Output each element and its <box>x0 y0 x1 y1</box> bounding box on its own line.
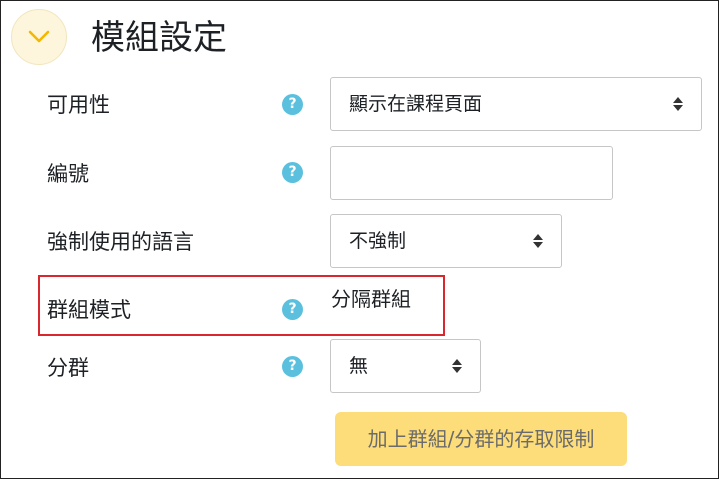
availability-help-icon[interactable]: ? <box>282 94 303 115</box>
idnumber-help-icon[interactable]: ? <box>282 162 303 183</box>
grouping-selected-value: 無 <box>349 355 369 377</box>
grouping-label: 分群 <box>47 356 89 380</box>
idnumber-input[interactable] <box>330 146 613 200</box>
force-language-select[interactable]: 不強制 <box>330 214 562 268</box>
collapse-section-button[interactable] <box>11 9 67 65</box>
group-mode-label: 群組模式 <box>47 298 131 322</box>
chevron-down-icon <box>28 30 50 43</box>
select-caret-icon <box>452 359 462 373</box>
idnumber-label: 編號 <box>47 162 89 186</box>
group-mode-help-icon[interactable]: ? <box>282 299 303 320</box>
force-language-label: 強制使用的語言 <box>47 230 194 254</box>
force-language-selected-value: 不強制 <box>349 230 407 252</box>
group-mode-value: 分隔群組 <box>331 287 411 311</box>
availability-label: 可用性 <box>47 93 110 117</box>
select-caret-icon <box>533 234 543 248</box>
select-caret-icon <box>673 97 683 111</box>
section-title: 模組設定 <box>91 18 227 58</box>
grouping-select[interactable]: 無 <box>330 339 481 393</box>
grouping-help-icon[interactable]: ? <box>282 356 303 377</box>
availability-select[interactable]: 顯示在課程頁面 <box>330 77 702 131</box>
add-group-restriction-button[interactable]: 加上群組/分群的存取限制 <box>335 412 627 466</box>
availability-selected-value: 顯示在課程頁面 <box>349 93 483 115</box>
